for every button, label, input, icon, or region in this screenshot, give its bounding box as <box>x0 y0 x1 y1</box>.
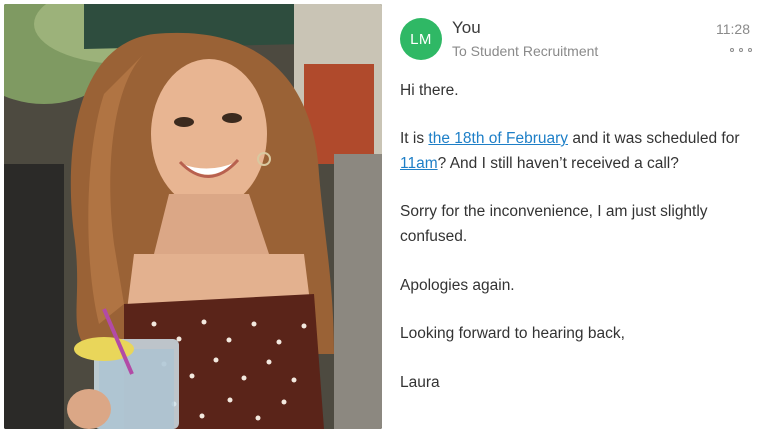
sender-name: You <box>452 18 481 37</box>
apology-paragraph: Sorry for the inconvenience, I am just s… <box>400 203 708 245</box>
more-dot <box>748 48 752 52</box>
more-horizontal-icon[interactable] <box>730 42 752 58</box>
more-dot <box>739 48 743 52</box>
more-dot <box>730 48 734 52</box>
sender-avatar[interactable]: LM <box>400 18 442 60</box>
greeting: Hi there. <box>400 82 459 99</box>
closing-line: Looking forward to hearing back, <box>400 325 625 342</box>
sent-time: 11:28 <box>716 21 750 37</box>
email-view: LM You To Student Recruitment 11:28 Hi t… <box>382 0 768 433</box>
signature: Laura <box>400 374 440 391</box>
para-text: It is <box>400 130 429 147</box>
profile-photo <box>4 4 382 429</box>
para-text: and it was scheduled for <box>568 130 740 147</box>
para-text: ? And I still haven’t received a call? <box>437 155 679 172</box>
date-link[interactable]: the 18th of February <box>428 130 568 147</box>
schedule-paragraph: It is the 18th of February and it was sc… <box>400 126 750 176</box>
time-link[interactable]: 11am <box>400 155 438 172</box>
apology-again: Apologies again. <box>400 277 515 294</box>
recipient-line: To Student Recruitment <box>452 43 599 59</box>
